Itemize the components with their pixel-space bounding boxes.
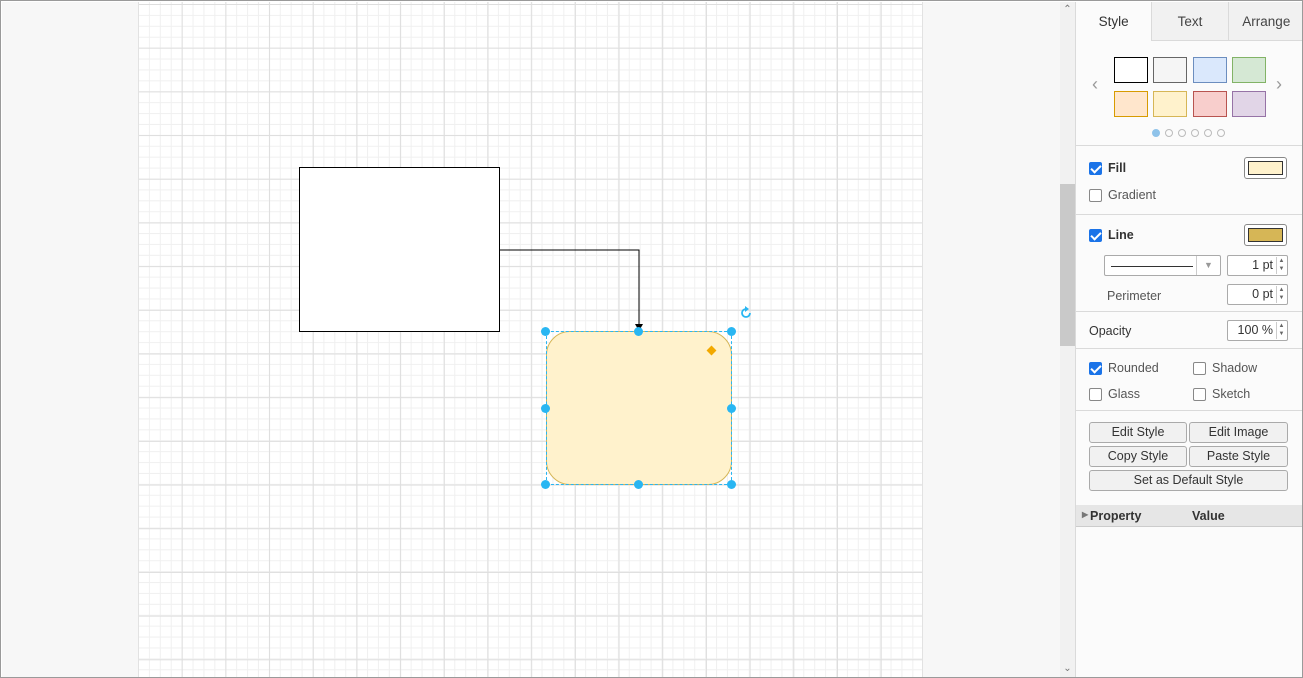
gradient-checkbox[interactable] (1089, 188, 1102, 202)
copy-style-button[interactable]: Copy Style (1089, 446, 1187, 467)
pager-dot[interactable] (1152, 129, 1160, 137)
line-color-swatch (1248, 228, 1283, 242)
swatch-6[interactable] (1153, 91, 1187, 117)
app-window: ⌃ ⌄ Style Text Arrange ‹ › Fill Gradient… (0, 0, 1303, 678)
opacity-section: Opacity 100 % ▲ ▼ (1076, 313, 1302, 349)
line-label: Line (1108, 228, 1134, 242)
fill-option[interactable]: Fill (1089, 161, 1126, 175)
sketch-option[interactable]: Sketch (1193, 387, 1250, 401)
format-panel: Style Text Arrange ‹ › Fill Gradient Lin… (1075, 2, 1302, 677)
glass-label: Glass (1108, 387, 1140, 401)
resize-handle-n[interactable] (634, 327, 643, 336)
line-checkbox[interactable] (1089, 228, 1102, 242)
chevron-up-icon[interactable]: ⌃ (1060, 4, 1075, 16)
swatch-pager (1152, 129, 1225, 137)
diagram-page[interactable] (138, 2, 923, 677)
swatch-8[interactable] (1232, 91, 1266, 117)
pager-dot[interactable] (1191, 129, 1199, 137)
resize-handle-sw[interactable] (541, 480, 550, 489)
line-pattern-select[interactable]: ▼ (1104, 255, 1221, 276)
glass-checkbox[interactable] (1089, 387, 1102, 401)
perimeter-row: Perimeter (1107, 289, 1161, 303)
swatch-3[interactable] (1193, 57, 1227, 83)
value-column-header: Value (1192, 509, 1225, 523)
swatch-5[interactable] (1114, 91, 1148, 117)
selection-box (546, 331, 732, 485)
resize-handle-e[interactable] (727, 404, 736, 413)
rounded-checkbox[interactable] (1089, 361, 1102, 375)
spinner-arrows-icon[interactable]: ▲ ▼ (1276, 322, 1286, 339)
glass-option[interactable]: Glass (1089, 387, 1140, 401)
fill-label: Fill (1108, 161, 1127, 175)
expand-arrow-icon[interactable]: ▶ (1082, 510, 1088, 519)
opacity-value: 100 % (1237, 323, 1273, 337)
tab-arrange[interactable]: Arrange (1227, 2, 1302, 41)
fill-color-swatch (1248, 161, 1283, 175)
format-tabs: Style Text Arrange (1076, 2, 1302, 41)
fill-color-button[interactable] (1244, 157, 1287, 179)
pager-dot[interactable] (1217, 129, 1225, 137)
shadow-option[interactable]: Shadow (1193, 361, 1257, 375)
resize-handle-nw[interactable] (541, 327, 550, 336)
perimeter-input[interactable]: 0 pt ▲ ▼ (1227, 284, 1288, 305)
line-option[interactable]: Line (1089, 228, 1134, 242)
spinner-arrows-icon[interactable]: ▲ ▼ (1276, 257, 1286, 274)
resize-handle-se[interactable] (727, 480, 736, 489)
line-pattern-preview (1111, 266, 1193, 267)
fill-checkbox[interactable] (1089, 161, 1102, 175)
sketch-checkbox[interactable] (1193, 387, 1206, 401)
chevron-right-icon[interactable]: › (1276, 74, 1282, 95)
pager-dot[interactable] (1165, 129, 1173, 137)
perimeter-value: 0 pt (1252, 287, 1273, 301)
paste-style-button[interactable]: Paste Style (1189, 446, 1288, 467)
options-section: Rounded Shadow Glass Sketch (1076, 350, 1302, 411)
rounded-option[interactable]: Rounded (1089, 361, 1159, 375)
style-swatches: ‹ › (1076, 42, 1302, 146)
tab-style[interactable]: Style (1076, 2, 1152, 41)
caret-down-icon: ▼ (1196, 256, 1220, 275)
vertical-scrollbar[interactable]: ⌃ ⌄ (1060, 2, 1075, 677)
shadow-checkbox[interactable] (1193, 361, 1206, 375)
property-table-header: ▶ Property Value (1076, 505, 1302, 527)
rotate-icon[interactable] (739, 306, 753, 320)
rounded-label: Rounded (1108, 361, 1159, 375)
scrollbar-thumb[interactable] (1060, 184, 1075, 346)
fill-section: Fill Gradient (1076, 147, 1302, 215)
opacity-label: Opacity (1089, 324, 1132, 338)
chevron-left-icon[interactable]: ‹ (1092, 74, 1098, 95)
set-default-style-button[interactable]: Set as Default Style (1089, 470, 1288, 491)
swatch-7[interactable] (1193, 91, 1227, 117)
rectangle-shape[interactable] (299, 167, 500, 332)
pager-dot[interactable] (1204, 129, 1212, 137)
swatch-1[interactable] (1114, 57, 1148, 83)
swatch-4[interactable] (1232, 57, 1266, 83)
line-section: Line ▼ 1 pt ▲ ▼ Perimeter 0 pt ▲ ▼ (1076, 216, 1302, 312)
tab-text[interactable]: Text (1151, 2, 1228, 41)
gradient-label: Gradient (1108, 188, 1156, 202)
edit-image-button[interactable]: Edit Image (1189, 422, 1288, 443)
swatch-2[interactable] (1153, 57, 1187, 83)
line-color-button[interactable] (1244, 224, 1287, 246)
property-column-header: Property (1090, 509, 1142, 523)
resize-handle-s[interactable] (634, 480, 643, 489)
chevron-down-icon[interactable]: ⌄ (1060, 663, 1075, 675)
spinner-arrows-icon[interactable]: ▲ ▼ (1276, 286, 1286, 303)
pager-dot[interactable] (1178, 129, 1186, 137)
gradient-option[interactable]: Gradient (1089, 188, 1156, 202)
line-width-value: 1 pt (1252, 258, 1273, 272)
resize-handle-w[interactable] (541, 404, 550, 413)
resize-handle-ne[interactable] (727, 327, 736, 336)
perimeter-label: Perimeter (1107, 289, 1162, 303)
opacity-row: Opacity (1089, 324, 1131, 338)
line-width-input[interactable]: 1 pt ▲ ▼ (1227, 255, 1288, 276)
sketch-label: Sketch (1212, 387, 1251, 401)
edit-style-button[interactable]: Edit Style (1089, 422, 1187, 443)
opacity-input[interactable]: 100 % ▲ ▼ (1227, 320, 1288, 341)
shadow-label: Shadow (1212, 361, 1258, 375)
